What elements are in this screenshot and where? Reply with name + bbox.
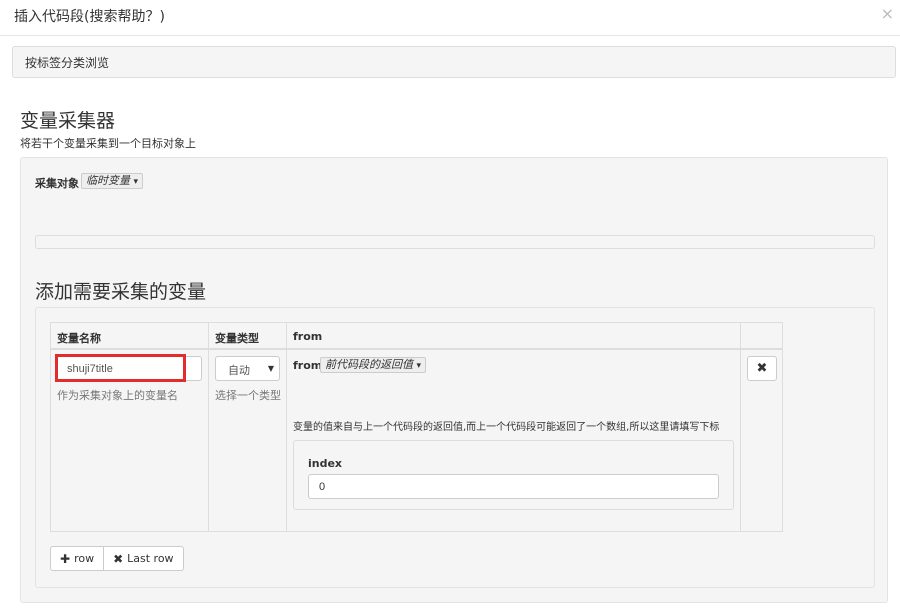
actions-cell: ✖ xyxy=(741,350,783,531)
collector-description: 将若干个变量采集到一个目标对象上 xyxy=(20,137,196,150)
modal-header: 插入代码段(搜索帮助？) × xyxy=(0,0,900,36)
close-icon: ✖ xyxy=(756,361,768,376)
add-row-button[interactable]: ✚ row xyxy=(50,546,105,571)
delete-row-button[interactable]: ✖ xyxy=(747,356,777,381)
column-header-name: 变量名称 xyxy=(51,323,209,350)
target-object-value: 临时变量 xyxy=(86,174,130,187)
name-cell: 作为采集对象上的变量名 xyxy=(51,350,209,531)
modal-title[interactable]: 插入代码段(搜索帮助？) xyxy=(14,6,165,26)
remove-last-row-button[interactable]: ✖ Last row xyxy=(104,546,184,571)
variable-type-help: 选择一个类型 xyxy=(215,389,281,402)
column-header-actions xyxy=(741,323,783,350)
from-cell: from 前代码段的返回值 ▾ 变量的值来自与上一个代码段的返回值,而上一个代码… xyxy=(287,350,741,531)
close-icon[interactable]: × xyxy=(881,4,894,23)
from-label: from xyxy=(293,359,323,372)
tag-browse-panel[interactable]: 按标签分类浏览 xyxy=(12,46,896,78)
caret-down-icon: ▼ xyxy=(267,364,274,373)
plus-icon: ✚ xyxy=(60,551,71,566)
insert-snippet-modal: 插入代码段(搜索帮助？) × 按标签分类浏览 变量采集器 将若干个变量采集到一个… xyxy=(0,0,900,609)
variables-title: 添加需要采集的变量 xyxy=(35,281,207,303)
variables-table: 变量名称 变量类型 from 作为采集对象上的变量名 自动 ▼ 选择一个类型 xyxy=(50,322,783,532)
index-label: index xyxy=(308,457,343,470)
add-row-label: row xyxy=(74,552,95,565)
from-description: 变量的值来自与上一个代码段的返回值,而上一个代码段可能返回了一个数组,所以这里请… xyxy=(293,422,720,433)
column-header-type: 变量类型 xyxy=(209,323,287,350)
column-header-from: from xyxy=(287,323,741,350)
target-object-label: 采集对象 xyxy=(35,177,79,190)
row-button-group: ✚ row ✖ Last row xyxy=(50,546,184,571)
caret-down-icon: ▾ xyxy=(133,177,139,187)
close-icon: ✖ xyxy=(113,551,124,566)
index-input[interactable] xyxy=(308,474,719,499)
from-source-dropdown[interactable]: 前代码段的返回值 ▾ xyxy=(320,357,427,373)
tag-browse-label[interactable]: 按标签分类浏览 xyxy=(25,54,109,71)
remove-last-row-label: Last row xyxy=(127,552,174,565)
target-object-bar xyxy=(35,235,875,249)
index-panel: index xyxy=(293,440,734,510)
variable-name-input[interactable] xyxy=(56,356,202,381)
caret-down-icon: ▾ xyxy=(416,361,422,371)
variable-type-select[interactable]: 自动 ▼ xyxy=(215,356,280,381)
variable-name-help: 作为采集对象上的变量名 xyxy=(57,389,178,402)
collector-title: 变量采集器 xyxy=(20,110,116,132)
collector-panel: 采集对象 临时变量 ▾ 添加需要采集的变量 变量名称 变量类型 from 作为采… xyxy=(20,157,888,603)
type-cell: 自动 ▼ 选择一个类型 xyxy=(209,350,287,531)
from-source-value: 前代码段的返回值 xyxy=(325,358,413,371)
target-object-dropdown[interactable]: 临时变量 ▾ xyxy=(81,173,144,189)
variable-type-value: 自动 xyxy=(228,364,250,377)
variables-panel: 变量名称 变量类型 from 作为采集对象上的变量名 自动 ▼ 选择一个类型 xyxy=(35,307,875,588)
